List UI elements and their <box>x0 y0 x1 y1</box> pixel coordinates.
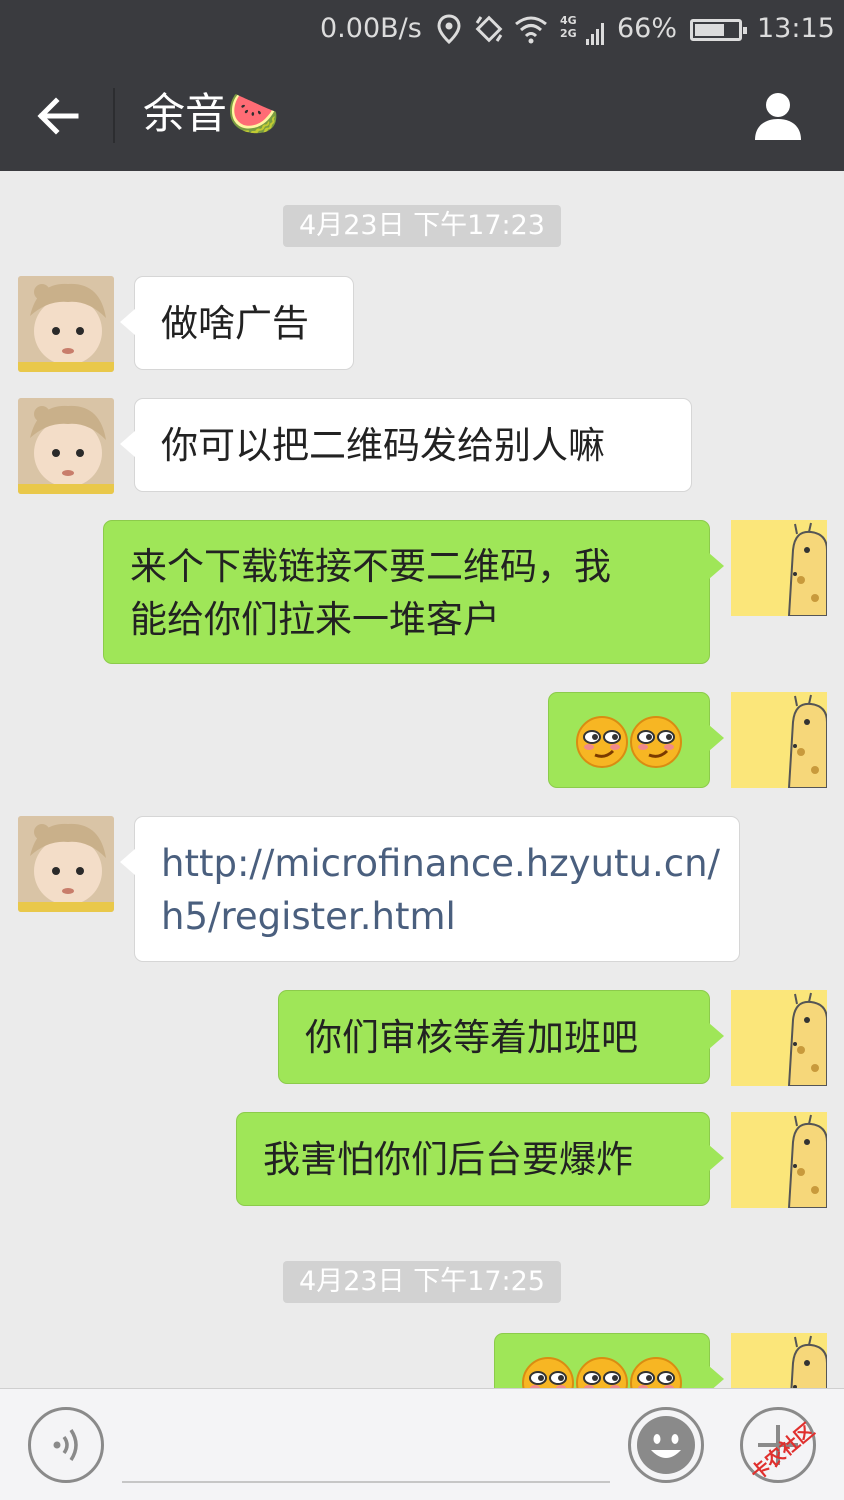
smirk-emoji <box>630 1356 682 1388</box>
my-avatar[interactable] <box>731 692 827 788</box>
message-bubble[interactable] <box>548 692 724 788</box>
message-bubble[interactable]: 来个下载链接不要二维码，我 能给你们拉来一堆客户 <box>103 520 724 664</box>
voice-button[interactable] <box>28 1407 104 1483</box>
rotation-icon <box>474 14 504 53</box>
status-bar: 0.00B/s 4G 2G 66% 13:15 <box>0 0 844 60</box>
battery-icon <box>690 19 747 41</box>
message-list[interactable]: 4月23日 下午17:23 做啥广告 你可以把二维码发给别人嘛 来个下载链接不要… <box>0 171 844 1388</box>
message-text-line: 能给你们拉来一堆客户 <box>130 598 500 641</box>
message-text: 做啥广告 <box>161 302 309 345</box>
signal-icon <box>586 20 606 54</box>
contact-name: 余音🍉 <box>143 89 280 138</box>
header-divider <box>113 88 115 143</box>
timestamp: 4月23日 下午17:25 <box>283 1261 561 1303</box>
location-icon <box>436 14 462 53</box>
my-avatar[interactable] <box>731 990 827 1086</box>
smirk-emoji <box>576 715 628 768</box>
message-text: 你可以把二维码发给别人嘛 <box>161 424 605 467</box>
arrow-left-icon <box>37 97 79 135</box>
message-link[interactable]: h5/register.html <box>161 890 713 943</box>
my-avatar[interactable] <box>731 1112 827 1208</box>
voice-icon <box>53 1429 78 1461</box>
message-text: 你们审核等着加班吧 <box>305 1016 638 1059</box>
wifi-icon <box>514 14 548 53</box>
message-text-line: 来个下载链接不要二维码，我 <box>130 545 611 588</box>
network-speed: 0.00B/s <box>320 13 422 44</box>
timestamp: 4月23日 下午17:23 <box>283 205 561 247</box>
smirk-emoji <box>630 715 682 768</box>
emoji-button[interactable] <box>628 1407 704 1483</box>
contact-avatar[interactable] <box>18 398 114 494</box>
person-icon <box>755 93 801 140</box>
contact-avatar[interactable] <box>18 276 114 372</box>
message-bubble[interactable]: 我害怕你们后台要爆炸 <box>236 1112 724 1206</box>
my-avatar[interactable] <box>731 1333 827 1388</box>
message-bubble[interactable]: 你可以把二维码发给别人嘛 <box>120 398 692 492</box>
message-bubble[interactable]: http://microfinance.hzyutu.cn/ h5/regist… <box>120 816 740 962</box>
smirk-emoji <box>522 1356 574 1388</box>
smirk-emoji <box>576 1356 628 1388</box>
clock: 13:15 <box>757 13 835 44</box>
smiley-icon <box>637 1416 695 1474</box>
chat-header: 余音🍉 <box>0 60 844 171</box>
message-bubble[interactable] <box>494 1333 724 1388</box>
profile-button[interactable] <box>748 85 808 145</box>
message-bubble[interactable]: 做啥广告 <box>120 276 354 370</box>
battery-percent: 66% <box>617 13 678 44</box>
message-text: 我害怕你们后台要爆炸 <box>263 1138 633 1181</box>
message-input[interactable] <box>122 1417 610 1483</box>
network-type: 4G 2G <box>560 14 577 40</box>
back-button[interactable] <box>28 86 88 146</box>
message-link[interactable]: http://microfinance.hzyutu.cn/ <box>161 837 720 890</box>
contact-avatar[interactable] <box>18 816 114 912</box>
input-bar: 卡农社区 <box>0 1388 844 1500</box>
my-avatar[interactable] <box>731 520 827 616</box>
message-bubble[interactable]: 你们审核等着加班吧 <box>278 990 724 1084</box>
